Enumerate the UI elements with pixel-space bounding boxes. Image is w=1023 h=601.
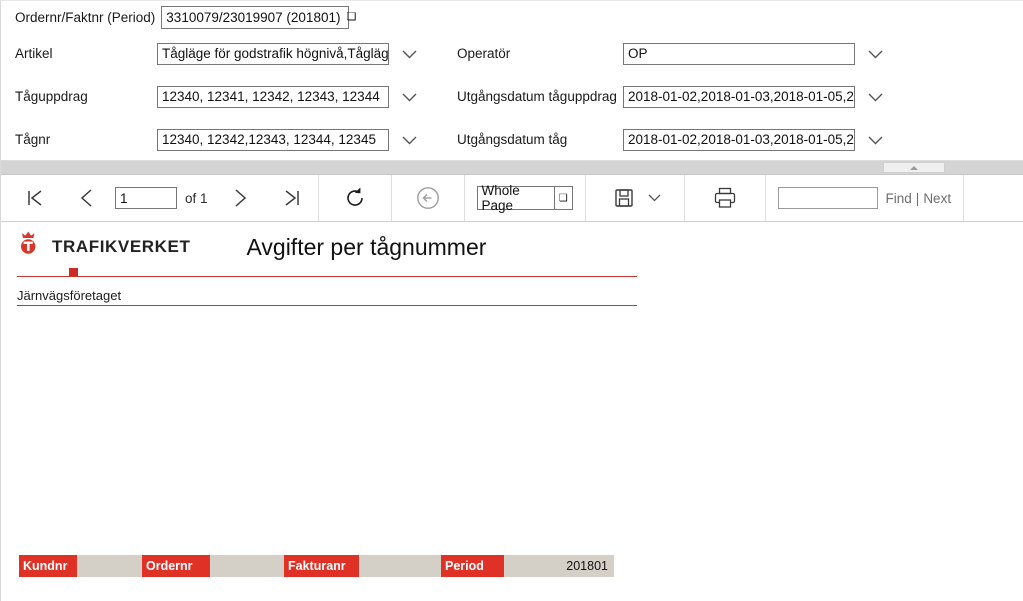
taguppdrag-input[interactable]: 12340, 12341, 12342, 12343, 12344 bbox=[157, 86, 389, 108]
artikel-input[interactable]: Tågläge för godstrafik högnivå,Tågläge bbox=[157, 43, 389, 65]
param-label-utgangsdatum-taguppdrag: Utgångsdatum tåguppdrag bbox=[457, 89, 617, 104]
tagnr-input[interactable]: 12340, 12342,12343, 12344, 12345 bbox=[157, 129, 389, 151]
page-count-label: of 1 bbox=[185, 190, 208, 206]
param-row-utgangsdatum-taguppdrag: Utgångsdatum tåguppdrag 2018-01-02,2018-… bbox=[457, 86, 884, 108]
zoom-select[interactable]: Whole Page ❏ bbox=[476, 183, 573, 213]
first-page-icon[interactable] bbox=[15, 175, 55, 221]
ordernr-label: Ordernr bbox=[142, 555, 210, 577]
param-row-order: Ordernr/Faktnr (Period) 3310079/23019907… bbox=[15, 6, 356, 29]
next-page-icon[interactable] bbox=[220, 175, 260, 221]
find-button[interactable]: Find bbox=[886, 191, 912, 206]
param-row-tagnr: Tågnr 12340, 12342,12343, 12344, 12345 bbox=[15, 129, 445, 151]
parameter-panel: Ordernr/Faktnr (Period) 3310079/23019907… bbox=[1, 1, 1023, 161]
order-combo[interactable]: 3310079/23019907 (201801) ❏ bbox=[161, 6, 356, 29]
utgangsdatum-taguppdrag-input[interactable]: 2018-01-02,2018-01-03,2018-01-05,20 bbox=[623, 86, 855, 108]
zoom-select-value: Whole Page bbox=[481, 183, 520, 213]
key-summary-row: Kundnr Ordernr Fakturanr Period 201801 bbox=[19, 555, 614, 577]
report-header: TRAFIKVERKET Avgifter per tågnummer bbox=[17, 230, 1023, 264]
operator-input[interactable]: OP bbox=[623, 43, 855, 65]
report-toolbar: 1 of 1 Whole Page ❏ Find | Next bbox=[1, 175, 1023, 222]
header-rule-bottom bbox=[17, 305, 637, 306]
report-subtitle: Järnvägsföretaget bbox=[17, 288, 122, 303]
param-row-artikel: Artikel Tågläge för godstrafik högnivå,T… bbox=[15, 43, 445, 65]
print-icon[interactable] bbox=[705, 175, 745, 221]
export-dropdown-icon[interactable] bbox=[644, 175, 666, 221]
param-label-order: Ordernr/Faktnr (Period) bbox=[15, 9, 156, 25]
toolbar-top-strip bbox=[1, 161, 1023, 175]
trafikverket-logo: TRAFIKVERKET bbox=[17, 230, 190, 264]
kundnr-value bbox=[77, 555, 142, 577]
param-label-utgangsdatum-tag: Utgångsdatum tåg bbox=[457, 132, 568, 147]
period-value: 201801 bbox=[504, 555, 614, 577]
refresh-group bbox=[317, 175, 392, 221]
parameter-panel-collapse-scrollbar[interactable] bbox=[883, 162, 945, 173]
previous-page-icon[interactable] bbox=[67, 175, 107, 221]
param-label-tagnr: Tågnr bbox=[15, 132, 51, 147]
export-group bbox=[586, 175, 685, 221]
order-combo-value: 3310079/23019907 (201801) bbox=[166, 10, 341, 25]
last-page-icon[interactable] bbox=[272, 175, 312, 221]
back-group bbox=[392, 175, 465, 221]
find-next-button[interactable]: Next bbox=[923, 191, 951, 206]
report-canvas: TRAFIKVERKET Avgifter per tågnummer Järn… bbox=[1, 222, 1023, 601]
param-row-taguppdrag: Tåguppdrag 12340, 12341, 12342, 12343, 1… bbox=[15, 86, 445, 108]
utgangsdatum-tag-input[interactable]: 2018-01-02,2018-01-03,2018-01-05,20 bbox=[623, 129, 855, 151]
fakturanr-value bbox=[359, 555, 441, 577]
find-group: Find | Next bbox=[766, 175, 965, 221]
page-title: Avgifter per tågnummer bbox=[246, 233, 487, 260]
taguppdrag-dropdown-icon[interactable] bbox=[401, 92, 418, 103]
save-export-icon[interactable] bbox=[604, 175, 644, 221]
chevron-down-icon: ❏ bbox=[553, 187, 572, 209]
find-separator: | bbox=[915, 190, 920, 206]
tagnr-dropdown-icon[interactable] bbox=[401, 135, 418, 146]
zoom-group: Whole Page ❏ bbox=[465, 175, 586, 221]
operator-dropdown-icon[interactable] bbox=[867, 49, 884, 60]
print-group bbox=[685, 175, 766, 221]
fakturanr-label: Fakturanr bbox=[284, 555, 359, 577]
param-label-operator: Operatör bbox=[457, 46, 511, 61]
param-label-taguppdrag: Tåguppdrag bbox=[15, 89, 88, 104]
param-label-artikel: Artikel bbox=[15, 46, 53, 61]
chevron-up-icon bbox=[910, 165, 918, 170]
period-label: Period bbox=[441, 555, 504, 577]
pagination-group: 1 of 1 bbox=[1, 175, 318, 221]
kundnr-label: Kundnr bbox=[19, 555, 77, 577]
page-number-input[interactable]: 1 bbox=[115, 187, 177, 209]
param-row-operator: Operatör OP bbox=[457, 43, 884, 65]
param-row-utgangsdatum-tag: Utgångsdatum tåg 2018-01-02,2018-01-03,2… bbox=[457, 129, 884, 151]
report-viewer-window: Ordernr/Faktnr (Period) 3310079/23019907… bbox=[0, 0, 1023, 601]
chevron-down-icon: ❏ bbox=[346, 11, 357, 23]
ordernr-value bbox=[210, 555, 284, 577]
logo-wordmark: TRAFIKVERKET bbox=[52, 237, 191, 256]
refresh-icon[interactable] bbox=[335, 175, 375, 221]
back-icon[interactable] bbox=[408, 175, 448, 221]
find-input[interactable] bbox=[777, 187, 878, 209]
header-rule-top bbox=[17, 276, 637, 277]
utgangsdatum-taguppdrag-dropdown-icon[interactable] bbox=[867, 92, 884, 103]
artikel-dropdown-icon[interactable] bbox=[401, 49, 418, 60]
trafikverket-crown-t-icon bbox=[21, 231, 36, 254]
utgangsdatum-tag-dropdown-icon[interactable] bbox=[867, 135, 884, 146]
